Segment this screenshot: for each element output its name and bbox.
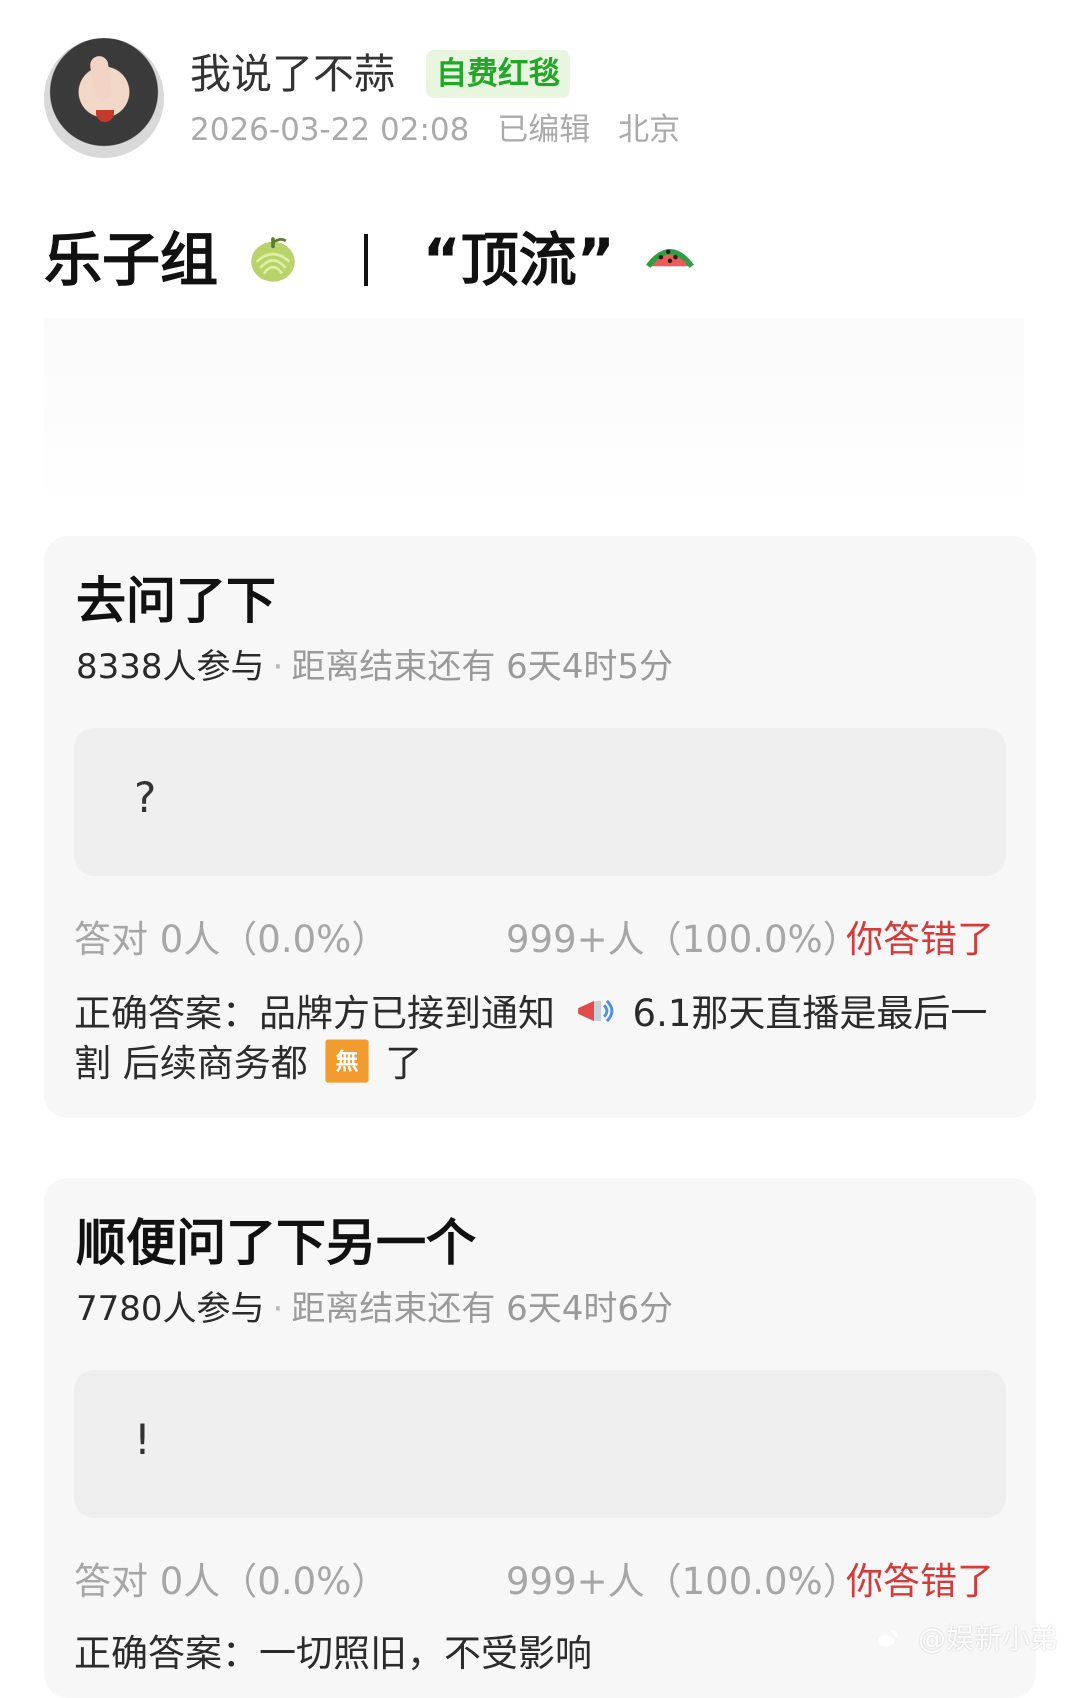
avatar-mouth bbox=[96, 110, 114, 122]
correct-count: 0人（0.0%） bbox=[159, 918, 389, 961]
poll-option-text: ? bbox=[134, 773, 157, 822]
time-left: 距离结束还有 6天4时5分 bbox=[291, 647, 674, 687]
melon-icon bbox=[251, 237, 295, 282]
dot-separator: · bbox=[272, 647, 284, 687]
poll-option[interactable]: ? bbox=[74, 728, 1006, 876]
correct-count: 0人（0.0%） bbox=[159, 1560, 389, 1603]
post-meta: 2026-03-22 02:08 已编辑 北京 bbox=[190, 108, 698, 152]
avatar-hand bbox=[89, 54, 113, 102]
weibo-icon bbox=[877, 1629, 899, 1647]
avatar[interactable] bbox=[44, 38, 164, 158]
username[interactable]: 我说了不蒜 bbox=[190, 46, 395, 102]
location-label: 北京 bbox=[618, 112, 681, 148]
edited-label: 已编辑 bbox=[497, 112, 591, 148]
post-header: 我说了不蒜 自费红毯 2026-03-22 02:08 已编辑 北京 bbox=[44, 38, 1024, 163]
post-timestamp: 2026-03-22 02:08 bbox=[190, 112, 470, 148]
poll-option[interactable]: ! bbox=[74, 1370, 1006, 1518]
answer-text-part-3: 了 bbox=[385, 1042, 423, 1085]
post-title-right: “顶流” bbox=[422, 226, 615, 294]
title-divider bbox=[364, 234, 369, 286]
watermark: @娱新小弟 bbox=[873, 1622, 1058, 1656]
time-left: 距离结束还有 6天4时6分 bbox=[291, 1289, 674, 1329]
no-icon: 無 bbox=[324, 1039, 369, 1083]
wrong-count: 999+人（100.0%） bbox=[506, 918, 860, 961]
answer-label: 正确答案： bbox=[74, 992, 259, 1035]
answer-label: 正确答案： bbox=[74, 1632, 259, 1675]
watermelon-icon bbox=[646, 249, 695, 268]
poll-option-text: ! bbox=[134, 1415, 151, 1464]
dot-separator: · bbox=[272, 1289, 284, 1329]
correct-result: 答对 0人（0.0%） bbox=[74, 1556, 388, 1608]
correct-result: 答对 0人（0.0%） bbox=[74, 914, 388, 966]
poll-stats: 7780人参与 · 距离结束还有 6天4时6分 bbox=[76, 1286, 673, 1332]
participant-count: 8338人参与 bbox=[76, 647, 265, 687]
poll-card-2: 顺便问了下另一个 7780人参与 · 距离结束还有 6天4时6分 ! 答对 0人（0… bbox=[44, 1178, 1036, 1698]
megaphone-icon bbox=[577, 999, 614, 1023]
answer-text-part-1: 一切照旧，不受影响 bbox=[259, 1632, 592, 1675]
post-title: 乐子组 “顶流” bbox=[44, 222, 705, 298]
correct-label: 答对 bbox=[74, 1560, 148, 1603]
poll-title: 去问了下 bbox=[76, 572, 276, 630]
poll-stats: 8338人参与 · 距离结束还有 6天4时5分 bbox=[76, 644, 673, 690]
answer-status: 你答错了 bbox=[846, 918, 994, 961]
participant-count: 7780人参与 bbox=[76, 1289, 265, 1329]
watermark-text: @娱新小弟 bbox=[917, 1622, 1058, 1655]
answer-status: 你答错了 bbox=[846, 1560, 994, 1603]
correct-answer: 正确答案：品牌方已接到通知 6.1那天直播是最后一割 后续商务都 無 了 bbox=[74, 988, 1006, 1088]
svg-text:無: 無 bbox=[335, 1049, 358, 1075]
wrong-count: 999+人（100.0%） bbox=[506, 1560, 860, 1603]
blurred-content-area bbox=[44, 318, 1024, 508]
poll-card-1: 去问了下 8338人参与 · 距离结束还有 6天4时5分 ? 答对 0人（0.0%）… bbox=[44, 536, 1036, 1118]
answer-text-part-1: 品牌方已接到通知 bbox=[259, 992, 555, 1035]
poll-result-row: 答对 0人（0.0%） 999+人（100.0%） 你答错了 bbox=[74, 1556, 1006, 1608]
correct-answer: 正确答案：一切照旧，不受影响 bbox=[74, 1630, 1006, 1678]
poll-title: 顺便问了下另一个 bbox=[76, 1214, 476, 1272]
correct-label: 答对 bbox=[74, 918, 148, 961]
poll-result-row: 答对 0人（0.0%） 999+人（100.0%） 你答错了 bbox=[74, 914, 1006, 966]
post-title-left: 乐子组 bbox=[44, 226, 219, 294]
status-badge: 自费红毯 bbox=[426, 50, 570, 98]
